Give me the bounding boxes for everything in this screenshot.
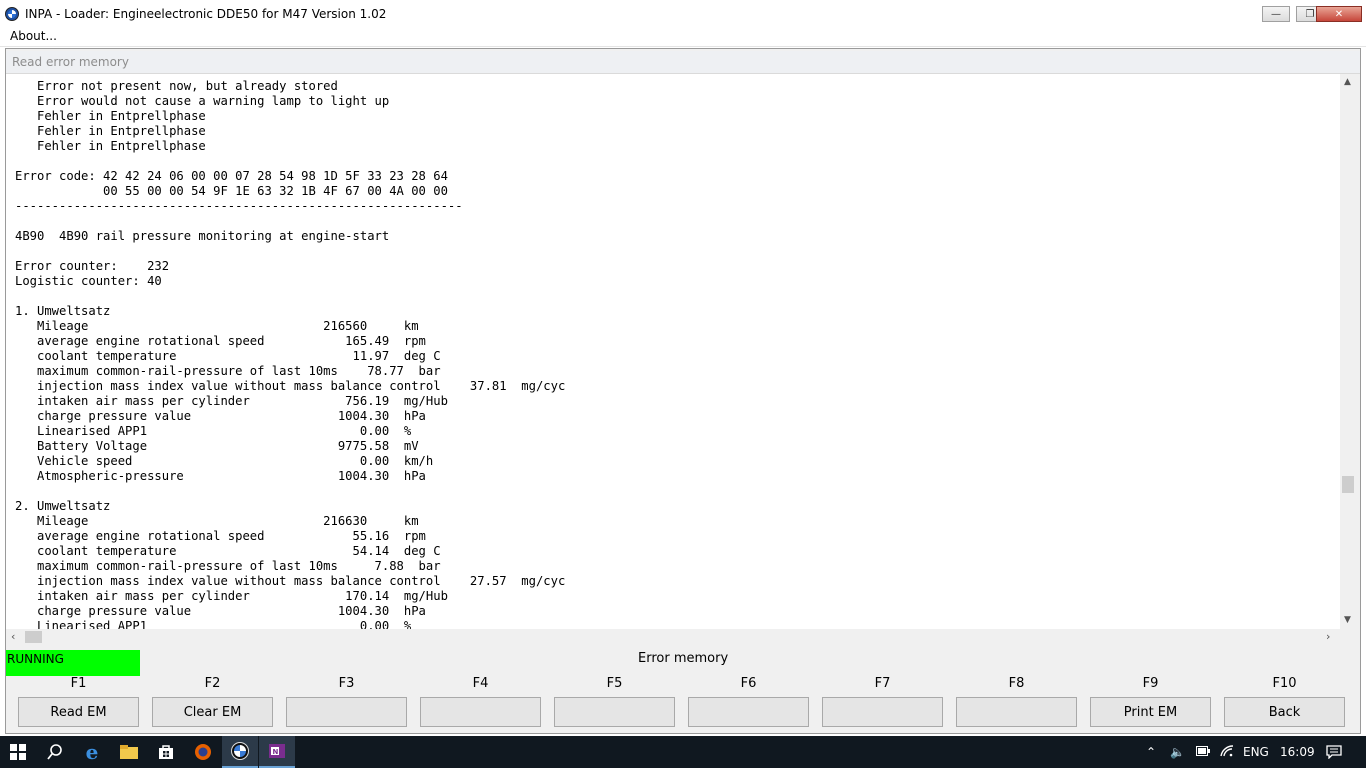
scroll-right-icon[interactable]: › [1326, 630, 1330, 643]
scroll-down-icon[interactable]: ▼ [1344, 615, 1351, 625]
f3-button[interactable] [286, 697, 407, 727]
close-button[interactable]: ✕ [1316, 6, 1362, 22]
panel-title: Read error memory [12, 55, 129, 69]
title-bar: INPA - Loader: Engineelectronic DDE50 fo… [0, 0, 1366, 28]
fkey-label-f6: F6 [740, 676, 757, 691]
error-memory-output[interactable]: Error not present now, but already store… [6, 74, 1340, 629]
windows-start-icon[interactable] [0, 736, 36, 768]
restore-icon: ❐ [1305, 8, 1315, 20]
vertical-scrollbar[interactable]: ▲ ▼ [1340, 74, 1357, 629]
fkey-label-f1: F1 [70, 676, 87, 691]
battery-icon[interactable] [1196, 745, 1210, 759]
language-indicator[interactable]: ENG [1243, 745, 1269, 759]
panel-header: Read error memory [6, 51, 1360, 74]
wifi-icon[interactable] [1220, 745, 1234, 760]
window-title: INPA - Loader: Engineelectronic DDE50 fo… [25, 7, 387, 21]
scroll-corner [1340, 629, 1357, 646]
fkey-label-f9: F9 [1142, 676, 1159, 691]
bmw-inpa-icon[interactable] [222, 736, 258, 768]
bmw-app-icon [5, 7, 19, 21]
minimize-icon: — [1271, 8, 1281, 20]
file-explorer-icon[interactable] [111, 736, 147, 768]
f4-button[interactable] [420, 697, 541, 727]
back-button[interactable]: Back [1224, 697, 1345, 727]
firefox-icon[interactable] [185, 736, 221, 768]
fkey-label-f10: F10 [1272, 676, 1297, 691]
error-memory-text: Error not present now, but already store… [15, 79, 566, 629]
clock[interactable]: 16:09 [1280, 745, 1315, 759]
fkey-label-f2: F2 [204, 676, 221, 691]
clear-em-button[interactable]: Clear EM [152, 697, 273, 727]
search-icon[interactable] [37, 736, 73, 768]
fkey-label-f8: F8 [1008, 676, 1025, 691]
read-em-button[interactable]: Read EM [18, 697, 139, 727]
notifications-icon[interactable] [1326, 745, 1342, 762]
menu-bar: About... [0, 28, 1366, 47]
status-row: RUNNING Error memory [6, 648, 1360, 676]
speaker-icon[interactable]: 🔈 [1170, 745, 1185, 759]
fkey-label-f4: F4 [472, 676, 489, 691]
horizontal-scroll-thumb[interactable] [25, 631, 42, 643]
f7-button[interactable] [822, 697, 943, 727]
store-icon[interactable] [148, 736, 184, 768]
status-label: Error memory [638, 651, 729, 666]
f5-button[interactable] [554, 697, 675, 727]
scroll-up-icon[interactable]: ▲ [1344, 77, 1351, 87]
vertical-scroll-thumb[interactable] [1342, 476, 1354, 493]
close-icon: ✕ [1334, 8, 1344, 20]
menu-about[interactable]: About... [10, 29, 57, 43]
print-em-button[interactable]: Print EM [1090, 697, 1211, 727]
fkey-label-f7: F7 [874, 676, 891, 691]
horizontal-scrollbar[interactable]: ‹ › [6, 629, 1340, 646]
scroll-left-icon[interactable]: ‹ [11, 630, 15, 643]
f6-button[interactable] [688, 697, 809, 727]
onenote-icon[interactable]: N [259, 736, 295, 768]
svg-text:N: N [273, 748, 279, 756]
minimize-button[interactable]: — [1262, 6, 1290, 22]
fkey-label-f5: F5 [606, 676, 623, 691]
taskbar: e N ⌃ 🔈 ENG 16:09 [0, 736, 1366, 768]
running-label: RUNNING [7, 652, 64, 666]
fkey-label-f3: F3 [338, 676, 355, 691]
running-indicator: RUNNING [6, 650, 140, 676]
f8-button[interactable] [956, 697, 1077, 727]
edge-icon[interactable]: e [74, 736, 110, 768]
chevron-up-icon[interactable]: ⌃ [1146, 745, 1156, 759]
